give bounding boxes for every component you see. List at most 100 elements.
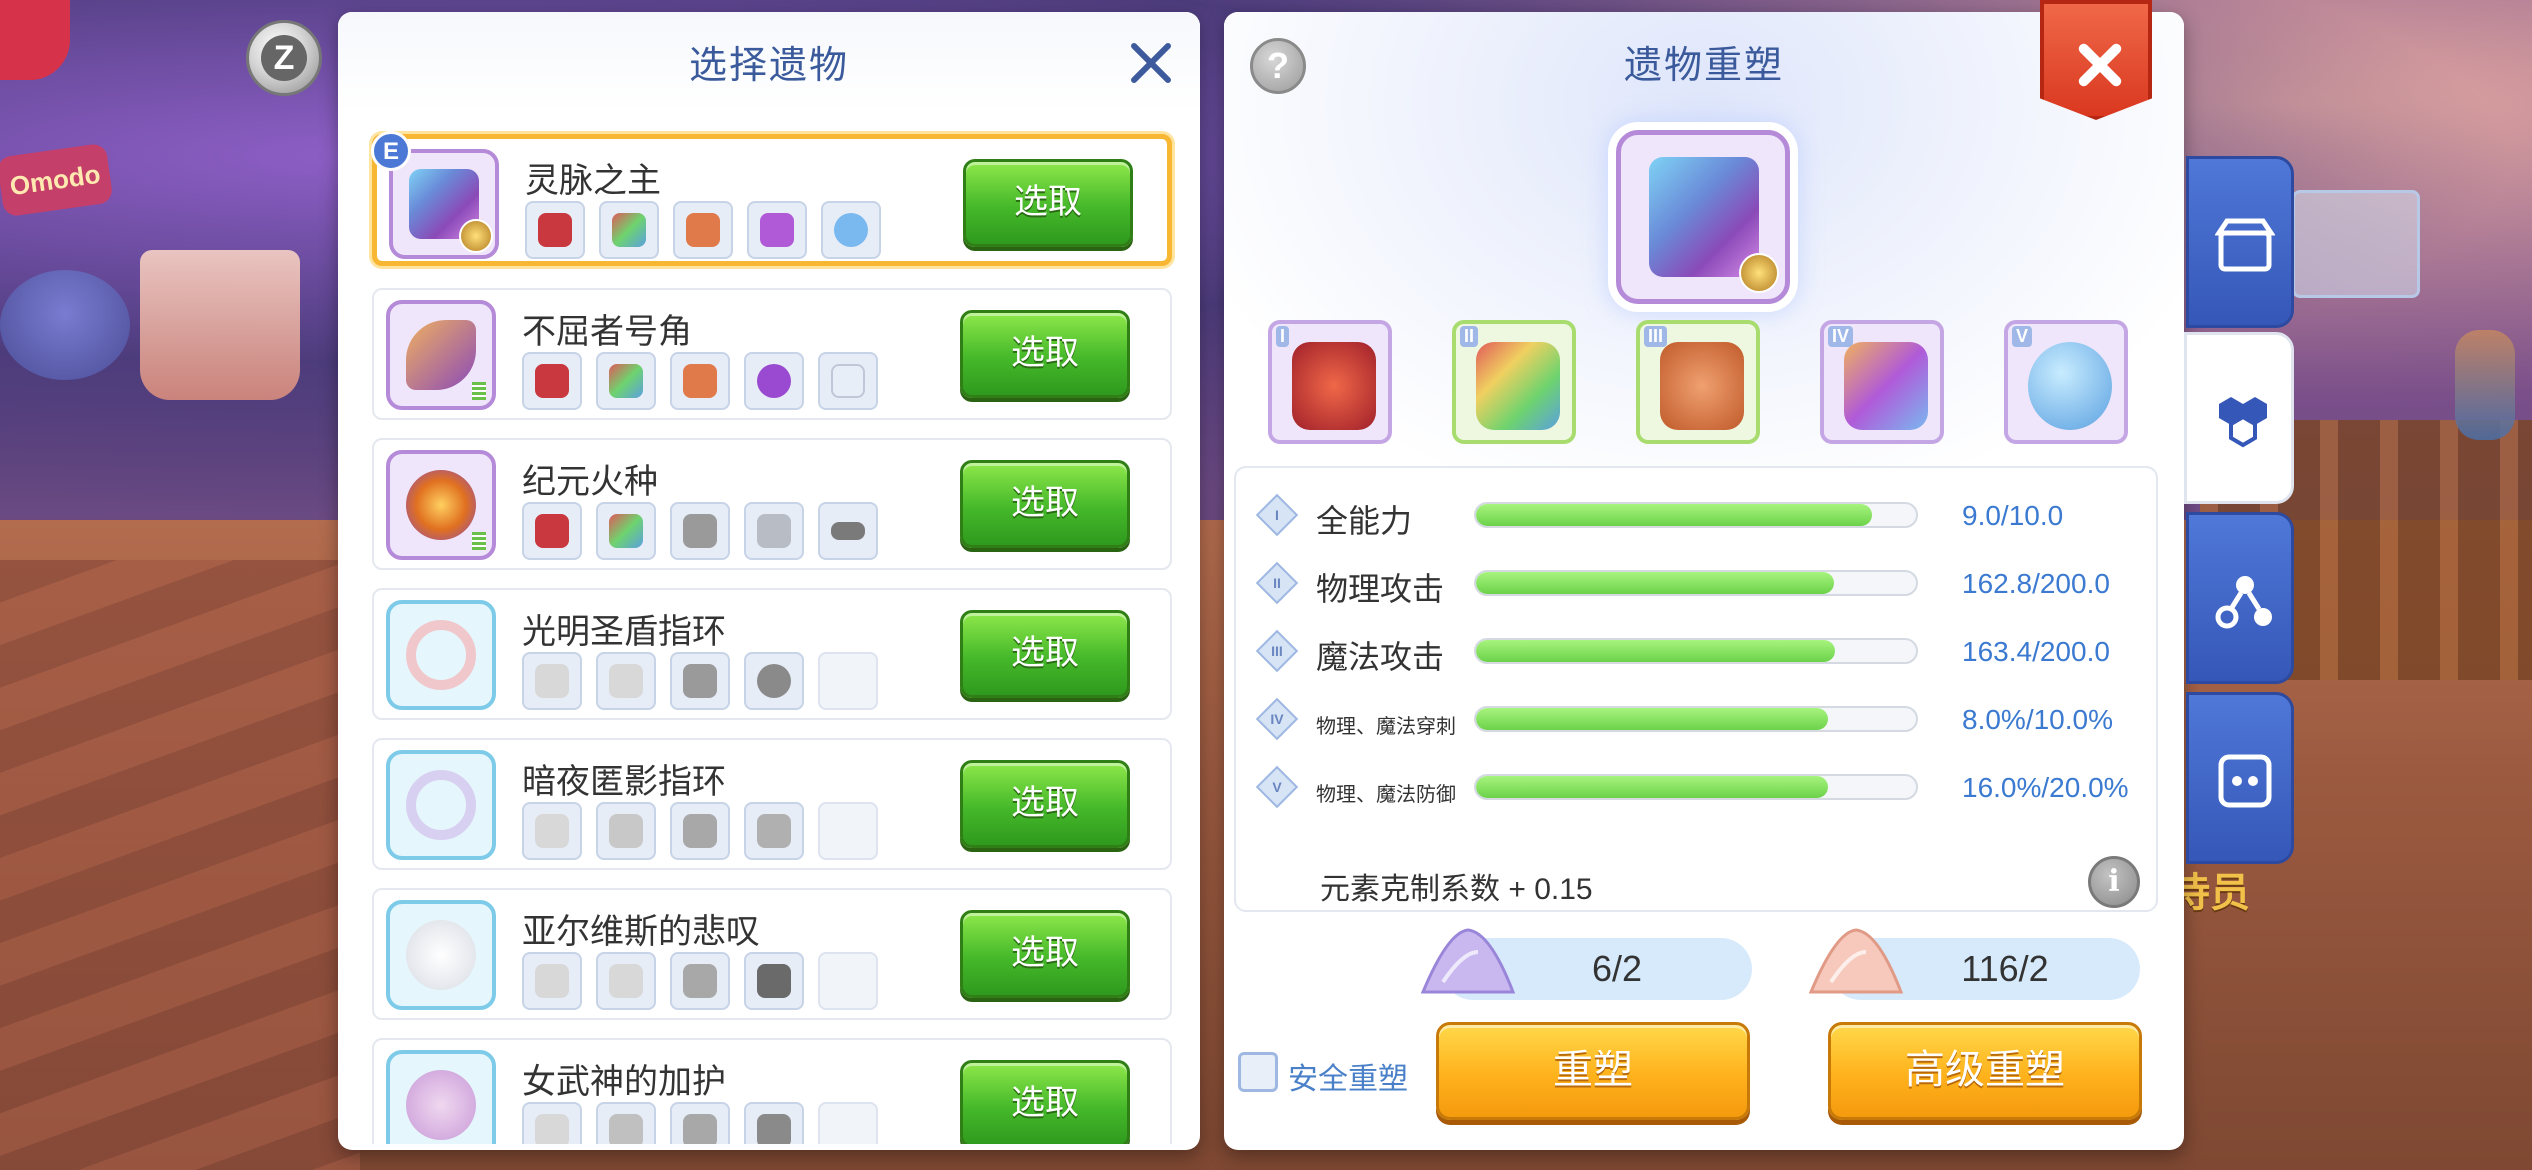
blue-gem-slot[interactable]: V xyxy=(2004,320,2128,444)
empty-slot xyxy=(818,1102,878,1144)
relic-row-3[interactable]: 光明圣盾指环 选取 xyxy=(372,588,1172,720)
shard-slot-icon xyxy=(670,802,730,860)
horn-glyph xyxy=(760,213,794,247)
empty-slot xyxy=(818,952,878,1010)
stat-label: 物理、魔法穿刺 xyxy=(1316,716,1456,738)
shard-glyph xyxy=(683,1114,717,1144)
stat-label: 全能力 xyxy=(1316,503,1413,539)
crystal-slot-icon xyxy=(596,352,656,410)
relic-row-6[interactable]: 女武神的加护 选取 xyxy=(372,1038,1172,1144)
relic-slots xyxy=(522,802,878,862)
ore-slot-icon xyxy=(744,952,804,1010)
relic-list[interactable]: E 灵脉之主 选取 不屈者号角 选取 纪元火种 选取 光明圣盾指环 选取 暗夜匿… xyxy=(362,124,1180,1144)
stat-row: V 物理、魔法防御 16.0%/20.0% xyxy=(1255,765,2142,810)
crystal-glyph xyxy=(757,1114,791,1144)
roman-diamond-icon: IV xyxy=(1255,697,1299,741)
relic-slots xyxy=(522,502,878,562)
potion-slot-icon xyxy=(522,652,582,710)
stone-slot-icon xyxy=(670,652,730,710)
pick-button[interactable]: 选取 xyxy=(963,159,1133,247)
pick-button[interactable]: 选取 xyxy=(960,310,1130,398)
ring-glyph xyxy=(757,364,791,398)
potion-slot-icon xyxy=(522,1102,582,1144)
cost-pill: 6/2 xyxy=(1420,928,1752,1000)
advanced-reshape-button[interactable]: 高级重塑 xyxy=(1828,1022,2142,1120)
stat-value: 8.0%/10.0% xyxy=(1962,704,2113,735)
z-badge-letter: Z xyxy=(261,35,307,81)
stone-glyph xyxy=(683,514,717,548)
potion-glyph xyxy=(535,1114,569,1144)
stat-label: 物理、魔法防御 xyxy=(1316,784,1456,806)
relic-row-5[interactable]: 亚尔维斯的悲叹 选取 xyxy=(372,888,1172,1020)
stat-bar xyxy=(1474,706,1918,732)
relic-reshape-panel: ? 遗物重塑 I II III IV V I 全能力 9.0/10.0 II 物… xyxy=(1224,12,2184,1150)
crystal-gem-slot[interactable]: II xyxy=(1452,320,1576,444)
safe-reshape-checkbox[interactable] xyxy=(1238,1052,1278,1092)
gem-slots: I II III IV V xyxy=(1268,320,2140,448)
tab-dice[interactable] xyxy=(2186,692,2294,864)
relic-row-4[interactable]: 暗夜匿影指环 选取 xyxy=(372,738,1172,870)
close-icon[interactable] xyxy=(2040,0,2152,120)
stat-bar-fill xyxy=(1476,640,1836,662)
crystal-slot-icon xyxy=(599,201,659,259)
potion-slot-icon xyxy=(596,652,656,710)
crystal-glyph xyxy=(757,814,791,848)
relic-select-panel: 选择遗物 E 灵脉之主 选取 不屈者号角 选取 纪元火种 选取 光明圣盾指环 选… xyxy=(338,12,1200,1150)
relic-row-2[interactable]: 纪元火种 选取 xyxy=(372,438,1172,570)
empty-slot xyxy=(818,652,878,710)
z-badge-icon[interactable]: Z xyxy=(246,20,322,96)
tab-shop[interactable] xyxy=(2186,156,2294,328)
crystal-slot-icon xyxy=(596,502,656,560)
horn-gem-slot[interactable]: IV xyxy=(1820,320,1944,444)
relic-name: 灵脉之主 xyxy=(525,162,661,200)
ore-glyph xyxy=(757,664,791,698)
pick-button[interactable]: 选取 xyxy=(960,460,1130,548)
relic-slots xyxy=(522,352,878,412)
spark-icon xyxy=(1739,253,1779,293)
safe-reshape-label[interactable]: 安全重塑 xyxy=(1288,1054,1408,1098)
pick-button[interactable]: 选取 xyxy=(960,910,1130,998)
horn-slot-icon xyxy=(747,201,807,259)
equipped-badge: E xyxy=(371,131,411,171)
pick-button[interactable]: 选取 xyxy=(960,610,1130,698)
store-frame xyxy=(2292,190,2420,298)
cost-count: 6/2 xyxy=(1591,948,1643,989)
spark-icon xyxy=(459,219,493,253)
rune-gem-slot[interactable]: III xyxy=(1636,320,1760,444)
shard-glyph xyxy=(683,964,717,998)
stat-value: 16.0%/20.0% xyxy=(1962,772,2129,803)
helmet-slot-icon xyxy=(522,352,582,410)
tab-molecule[interactable] xyxy=(2186,512,2294,684)
pick-button[interactable]: 选取 xyxy=(960,760,1130,848)
rune-gem-icon xyxy=(1660,342,1744,430)
crystal-gem-icon xyxy=(1476,342,1560,430)
relic-row-1[interactable]: 不屈者号角 选取 xyxy=(372,288,1172,420)
rune-glyph xyxy=(683,364,717,398)
crystal-glyph xyxy=(612,213,646,247)
stat-row: II 物理攻击 162.8/200.0 xyxy=(1255,561,2142,607)
crystal-glyph xyxy=(609,364,643,398)
info-icon[interactable]: i xyxy=(2088,856,2140,908)
npc-figure xyxy=(2455,330,2515,440)
roman-label: III xyxy=(1271,643,1283,659)
panel-title: 选择遗物 xyxy=(688,45,849,87)
relic-name: 亚尔维斯的悲叹 xyxy=(522,913,760,951)
stat-value: 9.0/10.0 xyxy=(1962,500,2064,531)
close-icon[interactable] xyxy=(1126,38,1176,88)
pick-button[interactable]: 选取 xyxy=(960,1060,1130,1144)
slot-number: I xyxy=(1276,326,1290,347)
roman-label: IV xyxy=(1270,711,1284,727)
shard-slot-icon xyxy=(670,1102,730,1144)
tab-relic-reshape[interactable] xyxy=(2184,332,2294,504)
reshape-button[interactable]: 重塑 xyxy=(1436,1022,1750,1120)
feather-slot-icon xyxy=(744,502,804,560)
cloth-glyph xyxy=(609,814,643,848)
helmet-gem-slot[interactable]: I xyxy=(1268,320,1392,444)
helmet-glyph xyxy=(538,213,572,247)
roman-diamond-icon: III xyxy=(1255,629,1299,673)
relic-horn-icon xyxy=(386,300,496,410)
relic-ring-icon xyxy=(386,600,496,710)
shard-slot-icon xyxy=(670,952,730,1010)
relic-row-0[interactable]: E 灵脉之主 选取 xyxy=(371,131,1172,266)
rune-slot-icon xyxy=(673,201,733,259)
